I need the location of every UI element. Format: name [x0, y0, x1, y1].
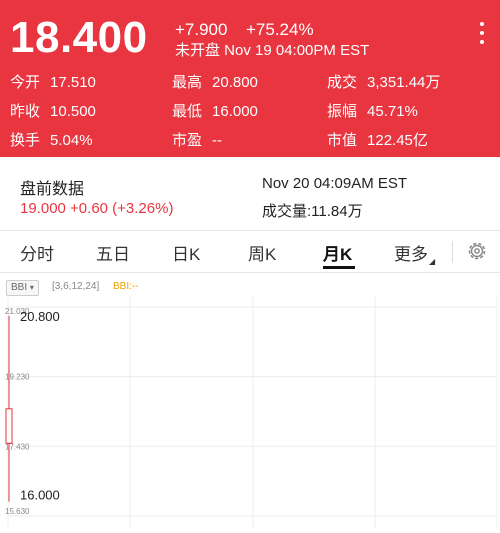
indicator-value: BBI:-- [113, 281, 139, 292]
stat-market-cap: 市值 122.45亿 [327, 132, 428, 150]
stat-value: 122.45亿 [367, 132, 428, 149]
stat-value: 17.510 [50, 74, 96, 91]
stat-label: 振幅 [327, 103, 358, 120]
gear-icon[interactable] [466, 240, 488, 262]
indicator-name: BBI [11, 282, 28, 293]
active-tab-underline [323, 266, 355, 269]
last-price: 18.400 [10, 13, 148, 62]
stat-value: 20.800 [212, 74, 258, 91]
quote-header: 18.400 +7.900 +75.24% 未开盘 Nov 19 04:00PM… [0, 0, 500, 157]
stat-label: 市盈 [172, 132, 203, 149]
stat-volume: 成交 3,351.44万 [327, 74, 440, 92]
chart-period-tabs: 分时 五日 日K 周K 月K 更多◢ [0, 232, 500, 272]
stat-label: 成交 [327, 74, 358, 91]
premarket-volume: 成交量:11.84万 [262, 203, 363, 220]
stat-amplitude: 振幅 45.71% [327, 103, 418, 121]
indicator-params: [3,6,12,24] [52, 281, 100, 292]
stat-pe: 市盈 -- [172, 132, 222, 150]
stat-value: 5.04% [50, 132, 93, 149]
tab-more[interactable]: 更多◢ [394, 240, 435, 266]
divider [452, 241, 453, 263]
tab-daily-k[interactable]: 日K [172, 240, 200, 265]
stat-value: 45.71% [367, 103, 418, 120]
stat-value: 10.500 [50, 103, 96, 120]
stat-label: 今开 [10, 74, 41, 91]
stat-label: 最高 [172, 74, 203, 91]
tab-five-day[interactable]: 五日 [96, 240, 130, 265]
stat-value: 16.000 [212, 103, 258, 120]
stat-label: 最低 [172, 103, 203, 120]
tab-more-label: 更多 [394, 245, 428, 264]
stat-label: 换手 [10, 132, 41, 149]
stat-prev-close: 昨收 10.500 [10, 103, 96, 121]
stat-turnover: 换手 5.04% [10, 132, 93, 150]
indicator-selector[interactable]: BBI ▾ [6, 280, 39, 296]
tab-monthly-k[interactable]: 月K [323, 240, 352, 265]
kline-chart-svg: 21.03019.23017.43015.63020.80016.000 [5, 297, 498, 528]
stat-value: -- [212, 132, 223, 149]
low-price-label: 16.000 [20, 488, 60, 503]
stat-open: 今开 17.510 [10, 74, 96, 92]
divider [0, 230, 500, 231]
more-options-icon[interactable] [474, 22, 490, 48]
dropdown-triangle-icon: ◢ [429, 257, 436, 266]
kline-chart[interactable]: 21.030 19.230 17.430 15.630 20.800 16.000 [0, 295, 500, 528]
tab-weekly-k[interactable]: 周K [248, 240, 276, 265]
stat-value: 3,351.44万 [367, 74, 441, 91]
tab-intraday[interactable]: 分时 [20, 240, 54, 265]
candle-body [5, 408, 13, 444]
stat-low: 最低 16.000 [172, 103, 258, 121]
dropdown-arrow-icon: ▾ [29, 283, 34, 292]
stat-label: 市值 [327, 132, 358, 149]
market-session-status: 未开盘 Nov 19 04:00PM EST [175, 42, 370, 59]
premarket-title: 盘前数据 [20, 181, 85, 198]
premarket-quote: 19.000 +0.60 (+3.26%) [20, 200, 174, 217]
divider [0, 272, 500, 273]
y-axis-tick-label: 15.630 [5, 507, 30, 516]
price-change-percent: +75.24% [246, 20, 314, 39]
stat-label: 昨收 [10, 103, 41, 120]
high-price-label: 20.800 [20, 309, 60, 324]
price-change: +7.900 [175, 20, 228, 39]
premarket-time: Nov 20 04:09AM EST [262, 175, 408, 192]
stat-high: 最高 20.800 [172, 74, 258, 92]
